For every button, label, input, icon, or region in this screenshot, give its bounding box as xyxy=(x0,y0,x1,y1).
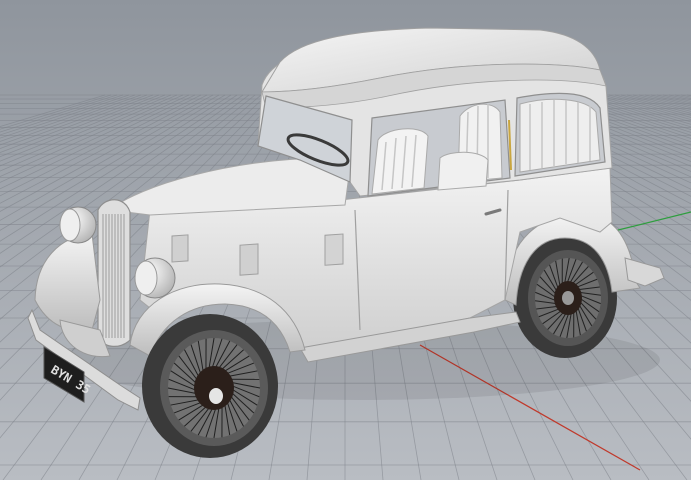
hood-vent-1 xyxy=(171,234,189,263)
cowl-vent xyxy=(324,233,344,266)
front-seat xyxy=(371,128,429,195)
front-wheel xyxy=(142,314,278,458)
hood-vent-2 xyxy=(239,243,259,276)
headlamp-left xyxy=(59,206,97,244)
3d-viewport[interactable]: BYN 35 xyxy=(0,0,691,480)
headlamp-right xyxy=(134,257,176,299)
viewport-canvas[interactable]: BYN 35 xyxy=(0,0,691,480)
